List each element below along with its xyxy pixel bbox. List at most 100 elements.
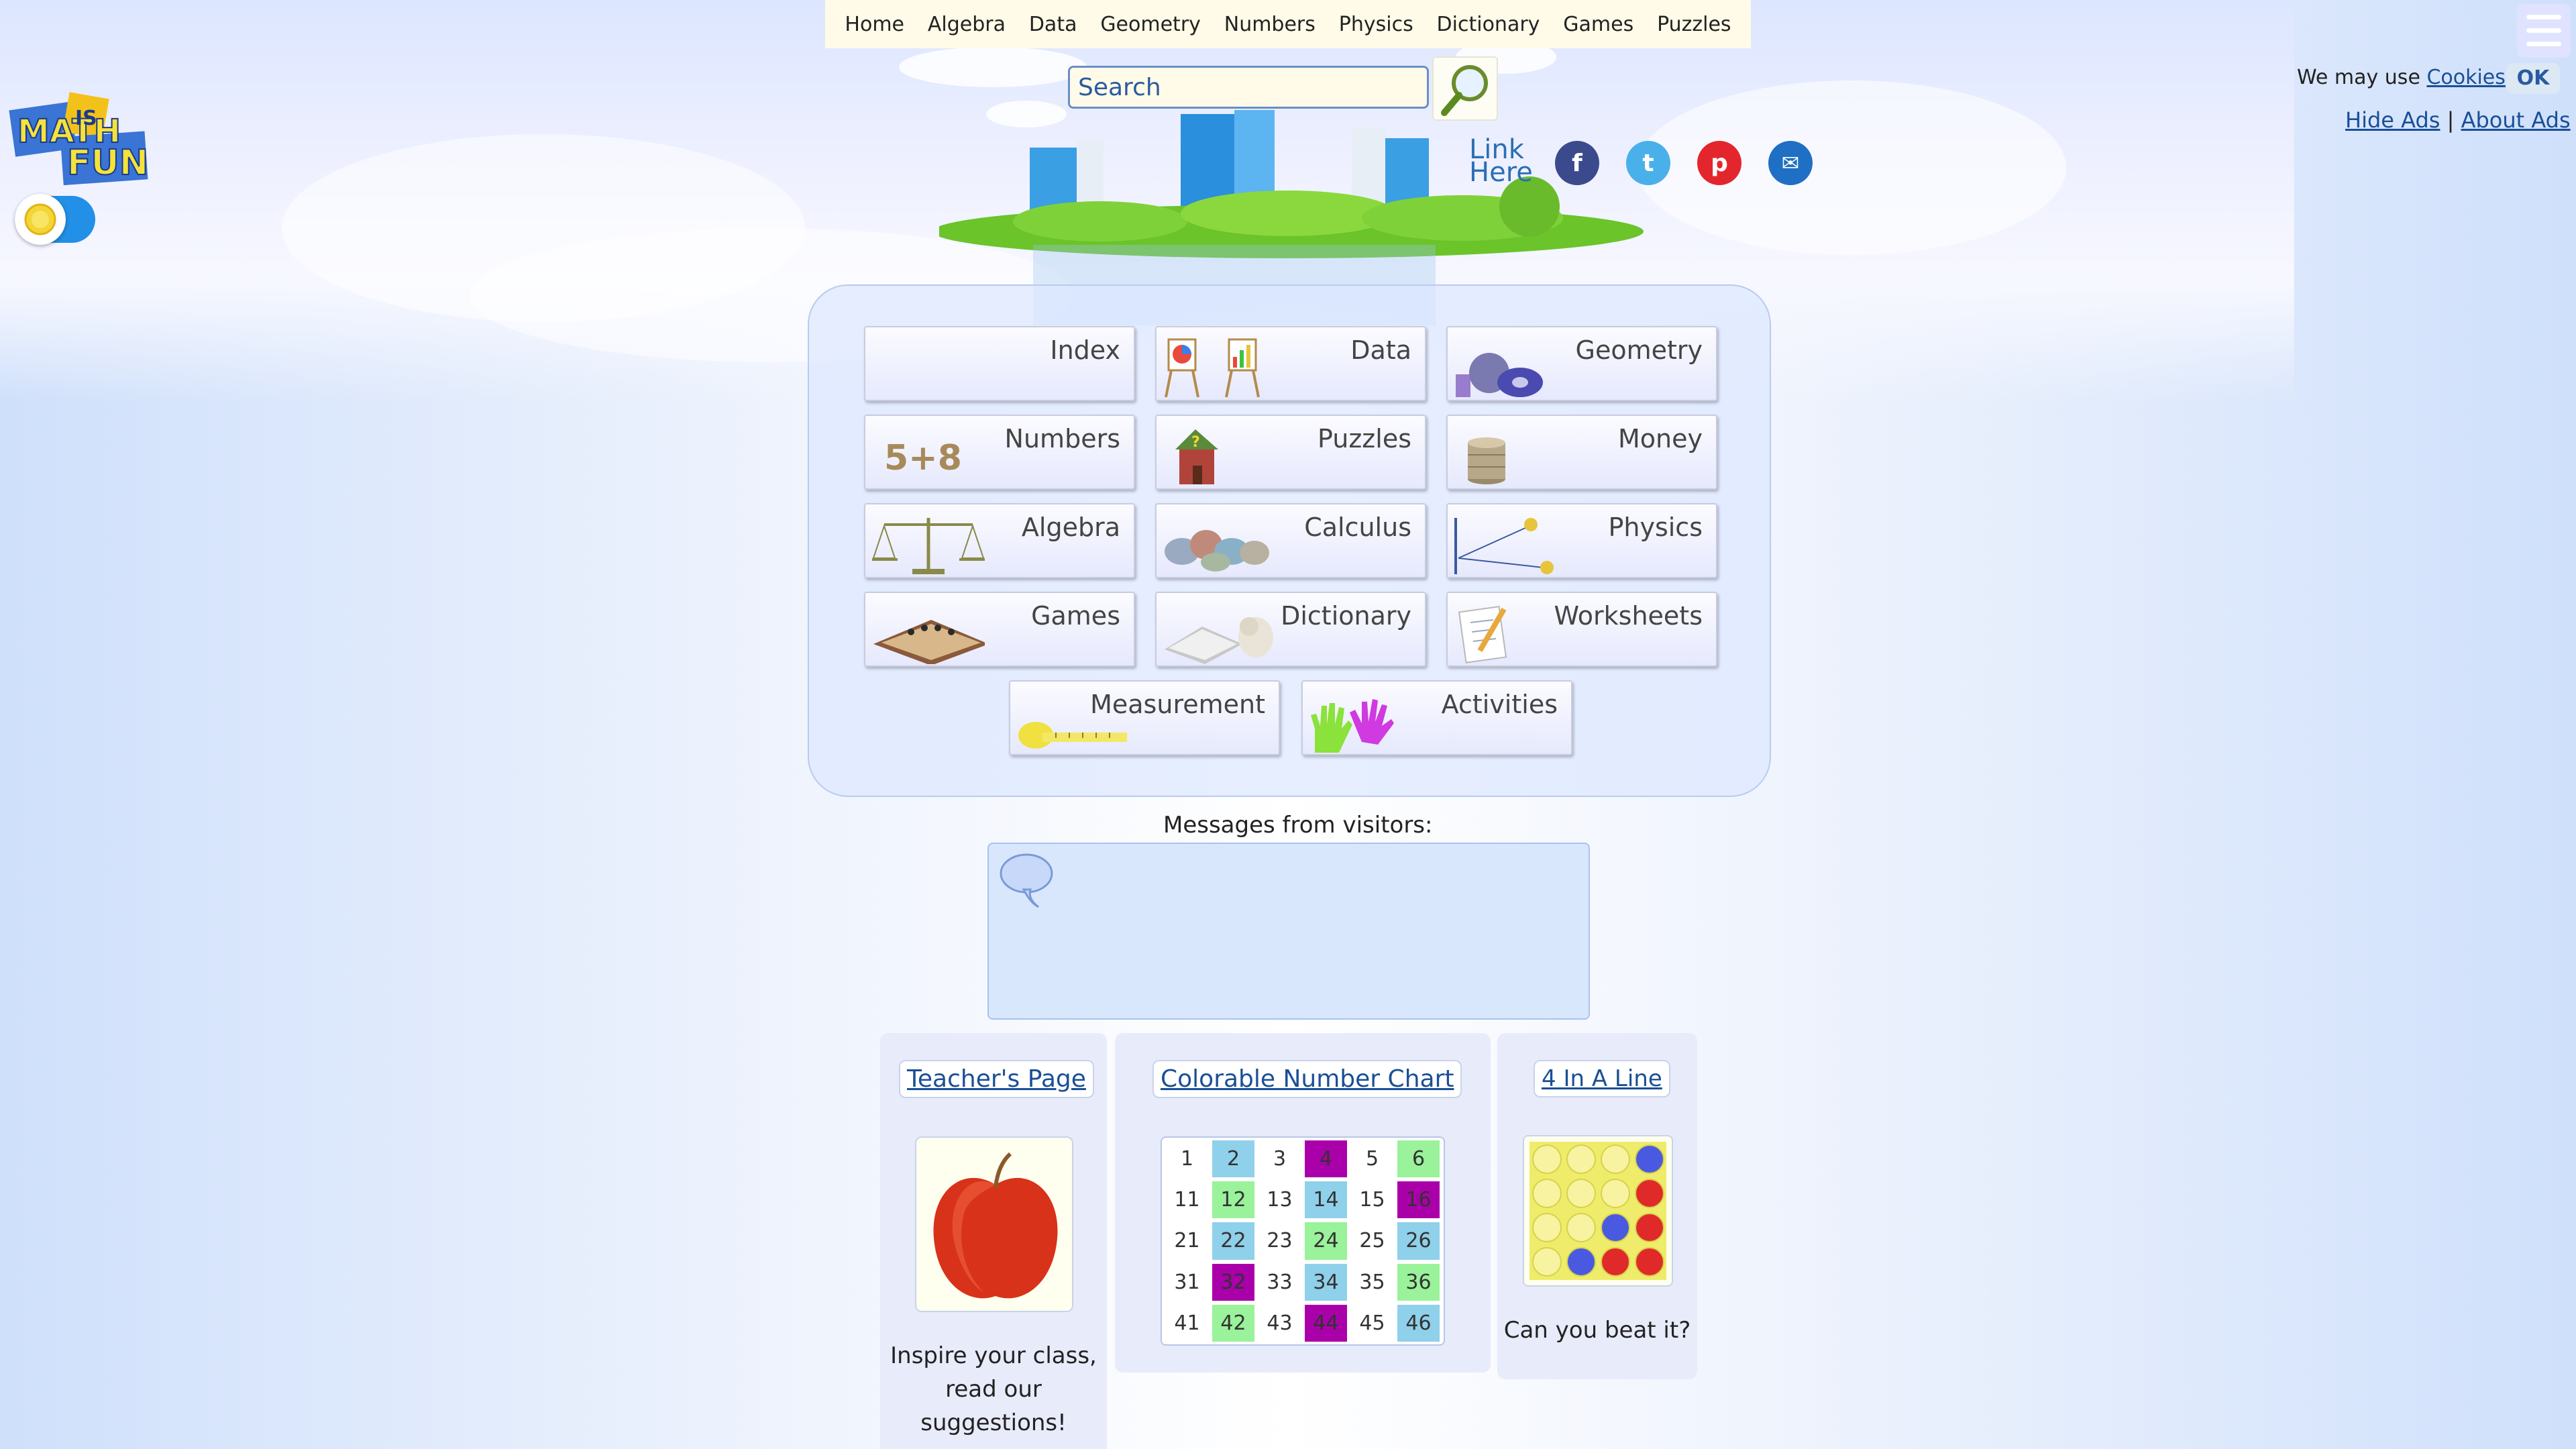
board-slot[interactable]: [1566, 1247, 1596, 1277]
nav-geometry[interactable]: Geometry: [1100, 13, 1201, 36]
cookie-ok-button[interactable]: OK: [2506, 63, 2560, 94]
speech-bubble-icon: [1000, 853, 1053, 908]
email-icon[interactable]: ✉: [1768, 141, 1813, 185]
nav-numbers[interactable]: Numbers: [1224, 13, 1316, 36]
number-cell[interactable]: 2: [1212, 1140, 1254, 1178]
number-cell[interactable]: 32: [1212, 1263, 1254, 1301]
messages-box: [987, 843, 1590, 1020]
board-slot[interactable]: [1601, 1247, 1630, 1277]
number-cell[interactable]: 31: [1166, 1264, 1208, 1301]
nav-data[interactable]: Data: [1029, 13, 1077, 36]
tile-physics[interactable]: Physics: [1446, 503, 1717, 578]
facebook-icon[interactable]: f: [1555, 141, 1599, 185]
link-here-link[interactable]: Link Here: [1469, 136, 1533, 186]
number-cell[interactable]: 6: [1397, 1140, 1440, 1178]
number-cell[interactable]: 33: [1258, 1264, 1301, 1301]
number-cell[interactable]: 14: [1305, 1181, 1347, 1219]
colorable-number-chart-link[interactable]: Colorable Number Chart: [1152, 1060, 1462, 1098]
nav-home[interactable]: Home: [845, 13, 904, 36]
tile-index[interactable]: Index: [864, 326, 1135, 401]
nav-physics[interactable]: Physics: [1339, 13, 1413, 36]
number-cell[interactable]: 35: [1351, 1264, 1393, 1301]
board-slot[interactable]: [1566, 1213, 1596, 1242]
number-chart-grid[interactable]: 1 2 3 4 5 6 11 12 13 14 15 16 21 22 23 24 25 26 31 32 33 34 35…: [1161, 1136, 1445, 1346]
board-slot[interactable]: [1566, 1179, 1596, 1208]
topic-menu-panel: Index Data Geometry 5+8 Numbers ? Puzzle…: [808, 284, 1771, 797]
tile-data[interactable]: Data: [1155, 326, 1426, 401]
board-slot[interactable]: [1566, 1144, 1596, 1174]
nav-games[interactable]: Games: [1563, 13, 1633, 36]
board-slot[interactable]: [1635, 1144, 1664, 1174]
tile-puzzles[interactable]: ? Puzzles: [1155, 415, 1426, 490]
number-cell[interactable]: 25: [1351, 1222, 1393, 1259]
board-slot[interactable]: [1635, 1247, 1664, 1277]
tile-worksheets[interactable]: Worksheets: [1446, 592, 1717, 667]
tile-activities[interactable]: Activities: [1301, 680, 1572, 755]
tile-label: Data: [1350, 335, 1411, 365]
tile-numbers[interactable]: 5+8 Numbers: [864, 415, 1135, 490]
tile-label: Measurement: [1090, 690, 1265, 719]
number-cell[interactable]: 44: [1305, 1304, 1347, 1342]
tile-geometry[interactable]: Geometry: [1446, 326, 1717, 401]
nav-puzzles[interactable]: Puzzles: [1657, 13, 1731, 36]
pinterest-icon[interactable]: p: [1697, 141, 1741, 185]
number-cell[interactable]: 1: [1166, 1140, 1208, 1177]
tile-label: Worksheets: [1554, 601, 1703, 631]
theme-toggle[interactable]: [15, 194, 95, 245]
number-cell[interactable]: 42: [1212, 1304, 1254, 1342]
number-cell[interactable]: 11: [1166, 1181, 1208, 1218]
number-cell[interactable]: 23: [1258, 1222, 1301, 1259]
number-cell[interactable]: 15: [1351, 1181, 1393, 1218]
tile-calculus[interactable]: Calculus: [1155, 503, 1426, 578]
number-cell[interactable]: 36: [1397, 1263, 1440, 1301]
menu-icon[interactable]: [2517, 4, 2571, 58]
number-cell[interactable]: 22: [1212, 1222, 1254, 1260]
number-cell[interactable]: 43: [1258, 1305, 1301, 1342]
number-cell[interactable]: 41: [1166, 1305, 1208, 1342]
board-slot[interactable]: [1601, 1179, 1630, 1208]
nav-dictionary[interactable]: Dictionary: [1437, 13, 1540, 36]
number-cell[interactable]: 3: [1258, 1140, 1301, 1177]
tile-money[interactable]: Money: [1446, 415, 1717, 490]
board-slot[interactable]: [1532, 1179, 1562, 1208]
math-is-fun-logo[interactable]: MATH IS FUN: [8, 90, 153, 186]
tile-label: Games: [1031, 601, 1120, 631]
board-slot[interactable]: [1635, 1213, 1664, 1242]
board-slot[interactable]: [1532, 1213, 1562, 1242]
nav-algebra[interactable]: Algebra: [928, 13, 1006, 36]
cookies-link[interactable]: Cookies: [2426, 66, 2505, 89]
board-slot[interactable]: [1601, 1144, 1630, 1174]
game-card-text: Can you beat it?: [1503, 1317, 1691, 1344]
about-ads-link[interactable]: About Ads: [2461, 107, 2571, 133]
tile-label: Dictionary: [1281, 601, 1411, 631]
messages-label: Messages from visitors:: [1163, 812, 1433, 839]
game-board[interactable]: [1523, 1135, 1673, 1287]
number-cell[interactable]: 5: [1351, 1140, 1393, 1177]
number-cell[interactable]: 46: [1397, 1304, 1440, 1342]
tile-algebra[interactable]: Algebra: [864, 503, 1135, 578]
number-cell[interactable]: 4: [1305, 1140, 1347, 1178]
apple-icon: [933, 1152, 1058, 1299]
apple-image[interactable]: [915, 1136, 1073, 1312]
twitter-icon[interactable]: t: [1626, 141, 1670, 185]
tile-dictionary[interactable]: Dictionary: [1155, 592, 1426, 667]
teacher-page-link[interactable]: Teacher's Page: [899, 1060, 1094, 1098]
number-cell[interactable]: 24: [1305, 1222, 1347, 1260]
board-slot[interactable]: [1532, 1144, 1562, 1174]
board-slot[interactable]: [1635, 1179, 1664, 1208]
svg-text:FUN: FUN: [67, 143, 148, 183]
tile-label: Money: [1618, 424, 1703, 453]
number-cell[interactable]: 12: [1212, 1181, 1254, 1219]
board-slot[interactable]: [1601, 1213, 1630, 1242]
hide-ads-link[interactable]: Hide Ads: [2345, 107, 2440, 133]
number-cell[interactable]: 13: [1258, 1181, 1301, 1218]
number-cell[interactable]: 16: [1397, 1181, 1440, 1219]
number-cell[interactable]: 21: [1166, 1222, 1208, 1259]
number-cell[interactable]: 26: [1397, 1222, 1440, 1260]
tile-games[interactable]: Games: [864, 592, 1135, 667]
number-cell[interactable]: 45: [1351, 1305, 1393, 1342]
tile-measurement[interactable]: Measurement: [1009, 680, 1280, 755]
four-in-a-line-link[interactable]: 4 In A Line: [1534, 1060, 1670, 1097]
number-cell[interactable]: 34: [1305, 1263, 1347, 1301]
board-slot[interactable]: [1532, 1247, 1562, 1277]
